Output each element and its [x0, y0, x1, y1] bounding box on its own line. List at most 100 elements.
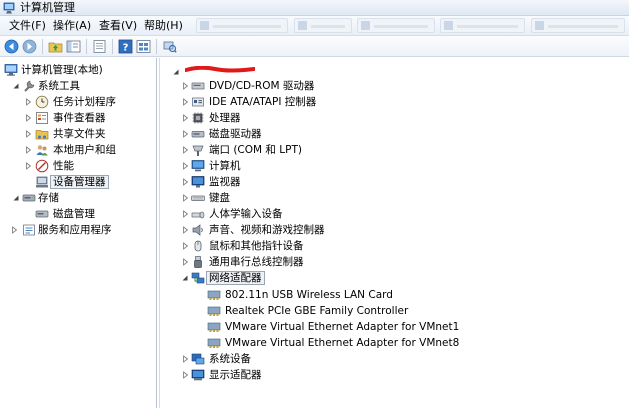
device-category-label: 处理器 [209, 112, 241, 124]
view-icon[interactable] [136, 39, 151, 54]
disk-drive-icon [191, 131, 205, 138]
collapsed-arrow-icon[interactable] [182, 162, 189, 170]
menu-bar: 文件(F) 操作(A) 查看(V) 帮助(H) [0, 16, 629, 36]
disk-management-icon [35, 210, 49, 218]
port-icon [192, 145, 204, 156]
navigation-tree: 计算机管理(本地) 系统工具 任务计划程序 事件查看器 共享文件夹 本地用户和组… [0, 58, 157, 408]
window-icon [444, 21, 453, 30]
toolbar: ? [0, 36, 629, 57]
window-icon [535, 21, 544, 30]
device-category-label: 监视器 [209, 176, 241, 188]
window-icon [200, 21, 209, 30]
device-category-label: 计算机 [209, 160, 241, 172]
collapsed-arrow-icon[interactable] [25, 146, 32, 154]
background-window-tab[interactable] [294, 18, 352, 33]
svg-text:?: ? [123, 43, 129, 54]
collapsed-arrow-icon[interactable] [182, 355, 189, 363]
network-adapter-label: VMware Virtual Ethernet Adapter for VMne… [225, 337, 460, 349]
collapsed-arrow-icon[interactable] [25, 162, 32, 170]
sound-icon [192, 224, 203, 236]
users-icon [36, 145, 48, 156]
network-adapter-icon [191, 272, 205, 284]
collapsed-arrow-icon[interactable] [182, 210, 189, 218]
collapsed-arrow-icon[interactable] [182, 258, 189, 266]
tree-label: 计算机管理(本地) [21, 64, 103, 76]
menu-view[interactable]: 查看(V) [99, 19, 137, 33]
device-category-label: 人体学输入设备 [209, 208, 283, 220]
network-adapter-icon [207, 338, 221, 348]
collapsed-arrow-icon[interactable] [182, 178, 189, 186]
forward-arrow-icon[interactable] [22, 39, 37, 54]
collapsed-arrow-icon[interactable] [25, 114, 32, 122]
monitor-icon [191, 176, 205, 188]
tree-label: 本地用户和组 [53, 144, 116, 156]
network-adapter-label: VMware Virtual Ethernet Adapter for VMne… [225, 321, 460, 333]
tree-label: 存储 [38, 192, 59, 204]
menu-file[interactable]: 文件(F) [9, 19, 46, 33]
system-tools-icon [24, 80, 35, 92]
help-icon[interactable]: ? [118, 39, 133, 54]
collapsed-arrow-icon[interactable] [182, 242, 189, 250]
show-hide-tree-icon[interactable] [66, 39, 81, 54]
properties-icon[interactable] [92, 39, 107, 54]
expanded-arrow-icon[interactable] [12, 194, 19, 202]
expanded-arrow-icon[interactable] [12, 82, 19, 90]
background-window-tab[interactable] [531, 18, 625, 33]
expanded-arrow-icon[interactable] [181, 274, 188, 282]
collapsed-arrow-icon[interactable] [25, 130, 32, 138]
tree-label: 服务和应用程序 [38, 224, 112, 236]
network-adapter-icon [207, 322, 221, 332]
up-folder-icon[interactable] [48, 39, 63, 54]
device-category-label: DVD/CD-ROM 驱动器 [209, 80, 315, 92]
hid-icon [191, 211, 205, 219]
collapsed-arrow-icon[interactable] [182, 82, 189, 90]
toolbar-separator [42, 39, 43, 54]
clock-icon [35, 95, 49, 109]
window-icon [298, 21, 307, 30]
back-arrow-icon[interactable] [4, 39, 19, 54]
collapsed-arrow-icon[interactable] [182, 371, 189, 379]
shared-folder-icon [35, 130, 49, 140]
collapsed-arrow-icon[interactable] [182, 114, 189, 122]
event-viewer-icon [36, 112, 48, 124]
storage-icon [22, 194, 36, 202]
computer-management-icon [3, 2, 15, 14]
expanded-arrow-icon[interactable] [172, 68, 179, 76]
system-devices-icon [191, 353, 205, 365]
collapsed-arrow-icon[interactable] [182, 194, 189, 202]
collapsed-arrow-icon[interactable] [182, 226, 189, 234]
network-adapter-icon [207, 290, 221, 300]
collapsed-arrow-icon[interactable] [11, 226, 18, 234]
menu-help[interactable]: 帮助(H) [144, 19, 183, 33]
collapsed-arrow-icon[interactable] [182, 130, 189, 138]
toolbar-separator [156, 39, 157, 54]
tree-label: 共享文件夹 [53, 128, 106, 140]
network-adapter-icon [207, 306, 221, 316]
background-window-tab[interactable] [196, 18, 288, 33]
toolbar-separator [112, 39, 113, 54]
performance-icon [35, 159, 49, 173]
tree-label: 磁盘管理 [53, 208, 95, 220]
collapsed-arrow-icon[interactable] [182, 146, 189, 154]
device-category-label: 键盘 [209, 192, 230, 204]
toolbar-separator [86, 39, 87, 54]
device-category-label: 声音、视频和游戏控制器 [209, 224, 325, 236]
device-category-label: IDE ATA/ATAPI 控制器 [209, 96, 317, 108]
keyboard-icon [191, 195, 205, 201]
mouse-icon [194, 240, 202, 252]
collapsed-arrow-icon[interactable] [25, 98, 32, 106]
network-adapter-label: Realtek PCIe GBE Family Controller [225, 305, 409, 317]
tree-label: 性能 [53, 160, 74, 172]
window-icon [361, 21, 370, 30]
computer-management-icon [4, 64, 18, 76]
display-adapter-icon [191, 369, 205, 381]
background-window-tab[interactable] [440, 18, 525, 33]
background-window-tab[interactable] [357, 18, 435, 33]
computer-management-window: 计算机管理 文件(F) 操作(A) 查看(V) 帮助(H) ? 计算机管理(本地… [0, 0, 629, 408]
usb-icon [194, 256, 202, 268]
scan-hardware-icon[interactable] [162, 39, 177, 54]
menu-action[interactable]: 操作(A) [53, 19, 91, 33]
device-category-label: 端口 (COM 和 LPT) [209, 144, 302, 156]
redacted-computer-name [185, 66, 255, 73]
collapsed-arrow-icon[interactable] [182, 98, 189, 106]
